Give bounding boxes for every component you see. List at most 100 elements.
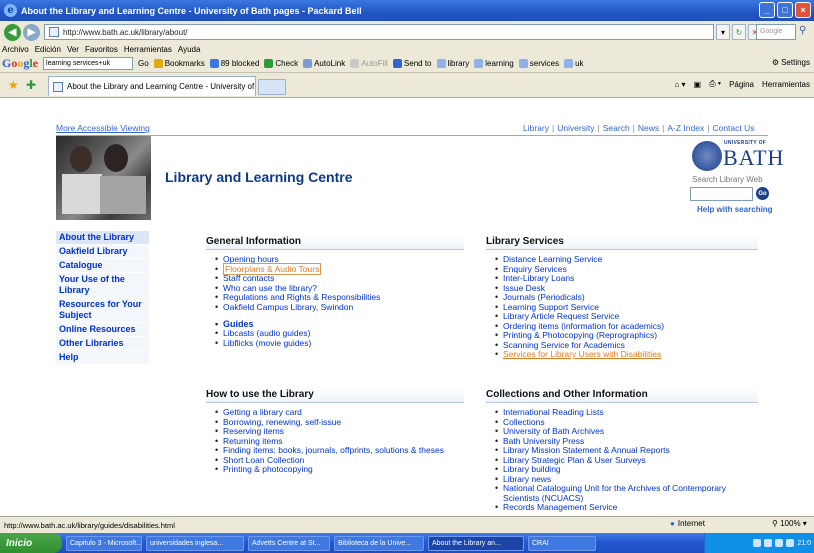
top-link-library[interactable]: Library bbox=[523, 123, 549, 133]
crest-icon bbox=[692, 141, 722, 171]
nav-oakfield-library[interactable]: Oakfield Library bbox=[56, 245, 149, 259]
taskbar-item[interactable]: Capitulo 3 - Microsoft... bbox=[66, 535, 142, 551]
close-button[interactable]: × bbox=[795, 2, 811, 18]
top-link-contact[interactable]: Contact Us bbox=[712, 123, 754, 133]
taskbar-item[interactable]: About the Library an... bbox=[428, 535, 524, 551]
library-search-input[interactable] bbox=[690, 187, 753, 201]
top-link-university[interactable]: University bbox=[557, 123, 594, 133]
top-link-news[interactable]: News bbox=[638, 123, 659, 133]
bookmarks-button[interactable]: Bookmarks bbox=[153, 59, 205, 68]
google-search-input[interactable]: learning services+uk bbox=[43, 57, 134, 70]
search-label: Search Library Web bbox=[692, 175, 763, 184]
clock: 21:0 bbox=[797, 539, 811, 547]
zoom-level[interactable]: ⚲ 100% ▾ bbox=[772, 519, 807, 528]
refresh-icon[interactable]: ↻ bbox=[732, 24, 746, 40]
nav-online-resources[interactable]: Online Resources bbox=[56, 323, 149, 337]
top-link-search[interactable]: Search bbox=[603, 123, 630, 133]
list-item[interactable]: Libflicks (movie guides) bbox=[215, 338, 464, 349]
top-link-az-index[interactable]: A-Z Index bbox=[667, 123, 704, 133]
ie-icon: e bbox=[4, 4, 17, 17]
highlight-learning-button[interactable]: learning bbox=[474, 59, 514, 68]
nav-catalogue[interactable]: Catalogue bbox=[56, 259, 149, 273]
forward-button[interactable]: ▶ bbox=[23, 23, 40, 41]
settings-icon: ⚙ bbox=[771, 58, 780, 67]
taskbar-item[interactable]: Biblioteca de la Unive... bbox=[334, 535, 424, 551]
list-item[interactable]: Services for Library Users with Disabili… bbox=[495, 349, 758, 360]
nav-resources[interactable]: Resources for Your Subject bbox=[56, 298, 149, 323]
nav-help[interactable]: Help bbox=[56, 351, 149, 365]
tab-bar: ★ ✚ About the Library and Learning Centr… bbox=[0, 73, 814, 98]
search-go-button[interactable]: Go bbox=[756, 187, 769, 200]
help-searching-link[interactable]: Help with searching bbox=[697, 205, 773, 214]
accessible-viewing-link[interactable]: More Accessible Viewing bbox=[56, 123, 150, 133]
tray-icon[interactable] bbox=[786, 539, 795, 547]
tray-icon[interactable] bbox=[753, 539, 762, 547]
tools-menu[interactable]: Herramientas bbox=[762, 80, 810, 89]
address-input[interactable]: http://www.bath.ac.uk/library/about/ bbox=[44, 24, 714, 40]
top-links: Library | University | Search | News | A-Z I… bbox=[523, 123, 755, 133]
add-favorite-icon[interactable]: ✚ bbox=[26, 78, 36, 92]
page-menu[interactable]: Página bbox=[729, 80, 754, 89]
nav-other-libraries[interactable]: Other Libraries bbox=[56, 337, 149, 351]
window-title: About the Library and Learning Centre - … bbox=[21, 5, 362, 16]
menu-favoritos[interactable]: Favoritos bbox=[85, 45, 118, 54]
taskbar-item[interactable]: CRAI bbox=[528, 535, 596, 551]
list-item[interactable]: Oakfield Campus Library, Swindon bbox=[215, 302, 464, 313]
check-icon bbox=[264, 59, 274, 68]
back-button[interactable]: ◀ bbox=[4, 23, 21, 41]
autolink-icon bbox=[303, 59, 313, 68]
nav-about-library[interactable]: About the Library bbox=[56, 231, 149, 245]
list-item[interactable]: Records Management Service bbox=[495, 502, 758, 513]
menu-herramientas[interactable]: Herramientas bbox=[124, 45, 172, 54]
security-zone[interactable]: ● Internet bbox=[670, 519, 705, 528]
menu-archivo[interactable]: Archivo bbox=[2, 45, 29, 54]
menu-ver[interactable]: Ver bbox=[67, 45, 79, 54]
tray-icon[interactable] bbox=[775, 539, 784, 547]
nav-your-use[interactable]: Your Use of the Library bbox=[56, 273, 149, 298]
list-item[interactable]: Printing & photocopying bbox=[215, 464, 464, 475]
left-nav: About the Library Oakfield Library Catal… bbox=[56, 231, 149, 365]
university-logo[interactable]: UNIVERSITY OF BATH bbox=[692, 139, 783, 173]
zoom-icon: ⚲ bbox=[772, 519, 778, 528]
highlight-library-button[interactable]: library bbox=[436, 59, 469, 68]
google-logo: Google bbox=[2, 56, 39, 70]
tray-icon[interactable] bbox=[764, 539, 773, 547]
menu-ayuda[interactable]: Ayuda bbox=[178, 45, 201, 54]
home-icon[interactable]: ⌂ ▾ bbox=[674, 80, 685, 89]
google-toolbar: Google learning services+uk Go Bookmarks… bbox=[0, 55, 814, 73]
highlight-uk-button[interactable]: uk bbox=[564, 59, 584, 68]
highlight-icon bbox=[436, 59, 446, 68]
menu-edicion[interactable]: Edición bbox=[35, 45, 61, 54]
send-to-button[interactable]: Send to bbox=[392, 59, 432, 68]
settings-button[interactable]: ⚙ Settings bbox=[772, 58, 810, 67]
highlight-icon bbox=[518, 59, 528, 68]
address-url: http://www.bath.ac.uk/library/about/ bbox=[63, 27, 188, 37]
search-icon[interactable]: ⚲ bbox=[799, 25, 806, 36]
maximize-button[interactable]: □ bbox=[777, 2, 793, 18]
feeds-icon[interactable]: ▣ bbox=[694, 80, 702, 89]
print-icon[interactable]: ⎙ ▾ bbox=[709, 79, 721, 89]
taskbar-item[interactable]: universidades inglesa... bbox=[146, 535, 244, 551]
new-tab-button[interactable] bbox=[258, 79, 286, 95]
header-photo bbox=[56, 136, 151, 220]
address-bar-row: ◀ ▶ http://www.bath.ac.uk/library/about/… bbox=[0, 21, 814, 43]
taskbar-item[interactable]: Advetts Centre at St... bbox=[248, 535, 330, 551]
highlight-icon bbox=[474, 59, 484, 68]
tab-about-library[interactable]: About the Library and Learning Centre - … bbox=[48, 76, 256, 96]
autolink-button[interactable]: AutoLink bbox=[303, 59, 345, 68]
google-go-button[interactable]: Go bbox=[138, 59, 149, 68]
popup-blocker-button[interactable]: 89 blocked bbox=[209, 59, 259, 68]
list-item[interactable]: National Cataloguing Unit for the Archiv… bbox=[495, 483, 758, 503]
start-button[interactable]: Inicio bbox=[0, 533, 62, 553]
minimize-button[interactable]: _ bbox=[759, 2, 775, 18]
page-icon bbox=[53, 82, 63, 92]
section-heading: Collections and Other Information bbox=[486, 388, 758, 403]
autofill-button[interactable]: AutoFill bbox=[350, 59, 388, 68]
library-services-section: Library Services Distance Learning Servi… bbox=[486, 235, 758, 360]
dropdown-arrow-icon[interactable]: ▾ bbox=[716, 24, 730, 40]
favorites-star-icon[interactable]: ★ bbox=[8, 78, 19, 92]
live-search-input[interactable]: Google bbox=[756, 24, 796, 40]
spellcheck-button[interactable]: Check bbox=[264, 59, 298, 68]
highlight-services-button[interactable]: services bbox=[518, 59, 559, 68]
web-page: More Accessible Viewing Library | Univers… bbox=[0, 98, 814, 516]
